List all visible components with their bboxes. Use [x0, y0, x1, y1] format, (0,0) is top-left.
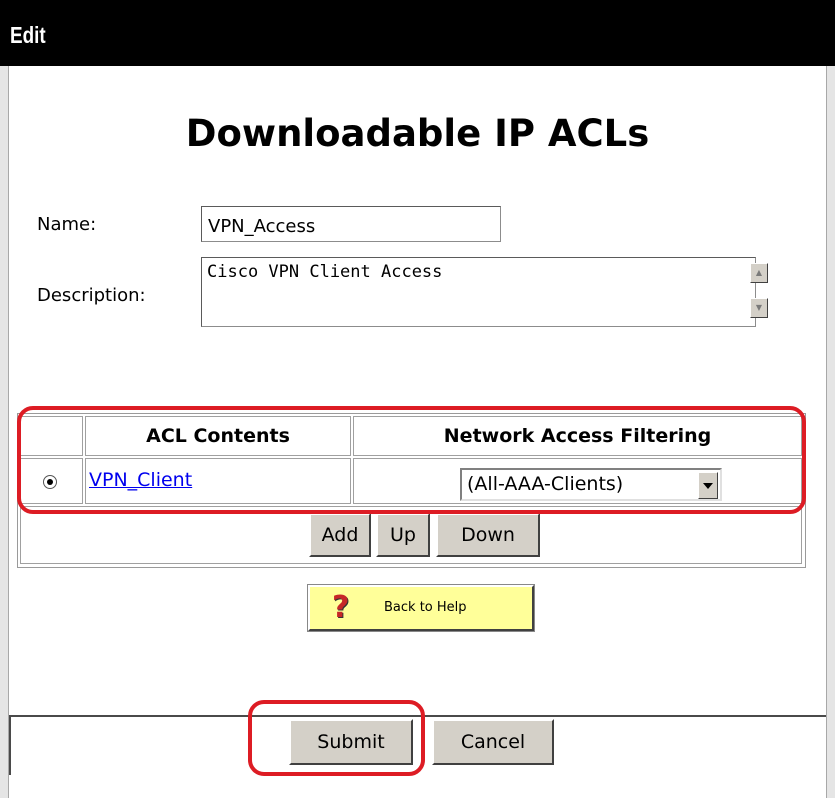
acl-row-highlight — [17, 406, 806, 514]
cancel-button[interactable]: Cancel — [432, 719, 554, 765]
name-label: Name: — [37, 214, 97, 235]
back-to-help-button[interactable]: ? Back to Help — [307, 584, 535, 632]
name-input[interactable] — [201, 206, 501, 242]
question-mark-icon: ? — [332, 590, 350, 625]
back-to-help-label: Back to Help — [384, 600, 467, 615]
description-text: Cisco VPN Client Access — [207, 262, 443, 282]
down-button[interactable]: Down — [436, 513, 540, 557]
scroll-down-arrow-icon[interactable]: ▼ — [750, 298, 768, 318]
description-textarea[interactable]: Cisco VPN Client Access — [201, 257, 756, 327]
submit-highlight — [248, 700, 425, 776]
frame-right-edge — [826, 66, 835, 798]
description-label: Description: — [37, 285, 146, 306]
window-title: Edit — [10, 22, 46, 48]
up-button[interactable]: Up — [376, 513, 430, 557]
page-title: Downloadable IP ACLs — [185, 112, 650, 155]
scroll-up-arrow-icon[interactable]: ▲ — [750, 263, 768, 283]
add-button[interactable]: Add — [309, 513, 371, 557]
frame-left-edge — [0, 66, 9, 798]
title-bar: Edit — [0, 0, 835, 66]
